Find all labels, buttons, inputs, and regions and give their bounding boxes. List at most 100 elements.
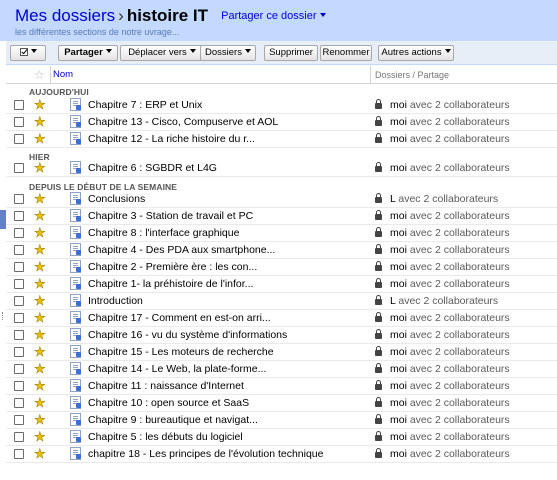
document-row[interactable]: ★ Chapitre 11 : naissance d'Internet moi a… [6,378,557,395]
row-checkbox[interactable] [14,211,24,221]
star-icon[interactable]: ★ [34,327,46,342]
document-name-link[interactable]: Chapitre 10 : open source et SaaS [88,397,249,409]
row-checkbox[interactable] [14,313,24,323]
document-name-link[interactable]: Conclusions [88,193,145,205]
document-name-link[interactable]: Chapitre 17 - Comment en est-on arri... [88,312,271,324]
star-icon[interactable]: ★ [34,208,46,223]
row-checkbox[interactable] [14,262,24,272]
row-checkbox[interactable] [14,245,24,255]
star-icon[interactable]: ★ [34,160,46,175]
document-row[interactable]: ★ Chapitre 17 - Comment en est-on arri...… [6,310,557,327]
row-checkbox[interactable] [14,330,24,340]
star-icon[interactable]: ★ [34,242,46,257]
document-row[interactable]: ★ Chapitre 7 : ERP et Unix moi avec 2 coll… [6,97,557,114]
row-checkbox[interactable] [14,117,24,127]
document-row[interactable]: ★ Chapitre 2 - Première ère : les con... m… [6,259,557,276]
delete-button[interactable]: Supprimer [264,45,318,61]
star-icon[interactable]: ★ [34,131,46,146]
document-row[interactable]: ★ Chapitre 6 : SGBDR et L4G moi avec 2 col… [6,160,557,177]
star-icon[interactable]: ★ [34,395,46,410]
document-name-link[interactable]: Chapitre 16 - vu du système d'informatio… [88,329,287,341]
document-name-link[interactable]: Introduction [88,295,143,307]
folders-button[interactable]: Dossiers [200,45,256,61]
document-row[interactable]: ★ Chapitre 3 - Station de travail et PC mo… [6,208,557,225]
checkbox-icon [19,48,28,56]
collaborators-label: avec 2 collaborateurs [398,295,499,307]
document-name-link[interactable]: Chapitre 14 - Le Web, la plate-forme... [88,363,266,375]
star-icon[interactable]: ★ [34,446,46,461]
document-row[interactable]: ★ Chapitre 12 - La riche histoire du r...… [6,131,557,148]
document-name-link[interactable]: Chapitre 8 : l'interface graphique [88,227,239,239]
star-icon[interactable]: ★ [34,310,46,325]
row-checkbox[interactable] [14,415,24,425]
name-column-header[interactable]: Nom [53,69,73,80]
star-icon[interactable]: ★ [34,114,46,129]
row-checkbox[interactable] [14,100,24,110]
document-row[interactable]: ★ Chapitre 9 : bureautique et navigat... m… [6,412,557,429]
document-row[interactable]: ★ Introduction L avec 2 collaborateurs [6,293,557,310]
star-icon[interactable]: ★ [34,378,46,393]
row-checkbox[interactable] [14,163,24,173]
document-name-link[interactable]: chapitre 18 - Les principes de l'évoluti… [88,448,324,460]
sharing-info: L avec 2 collaborateurs [375,193,498,205]
document-name-link[interactable]: Chapitre 7 : ERP et Unix [88,99,202,111]
row-checkbox[interactable] [14,228,24,238]
document-name-link[interactable]: Chapitre 3 - Station de travail et PC [88,210,253,222]
row-checkbox[interactable] [14,364,24,374]
row-checkbox[interactable] [14,347,24,357]
row-checkbox[interactable] [14,194,24,204]
share-folder-link[interactable]: Partager ce dossier [221,10,326,22]
star-column-icon[interactable]: ☆ [34,68,45,82]
document-name-link[interactable]: Chapitre 5 : les débuts du logiciel [88,431,243,443]
rename-button[interactable]: Renommer [320,45,372,61]
document-name-link[interactable]: Chapitre 6 : SGBDR et L4G [88,162,217,174]
row-checkbox[interactable] [14,279,24,289]
select-menu-button[interactable] [10,45,46,61]
document-row[interactable]: ★ Chapitre 14 - Le Web, la plate-forme...… [6,361,557,378]
star-icon[interactable]: ★ [34,97,46,112]
document-row[interactable]: ★ Chapitre 1- la préhistoire de l'infor..… [6,276,557,293]
document-name-link[interactable]: Chapitre 11 : naissance d'Internet [88,380,244,392]
owner-label: moi [390,133,407,145]
star-icon[interactable]: ★ [34,344,46,359]
more-actions-button[interactable]: Autres actions [378,45,454,61]
document-row[interactable]: ★ Chapitre 15 - Les moteurs de recherche m… [6,344,557,361]
star-icon[interactable]: ★ [34,276,46,291]
row-checkbox[interactable] [14,432,24,442]
star-icon[interactable]: ★ [34,429,46,444]
resize-handle[interactable] [2,312,4,320]
document-row[interactable]: ★ Chapitre 8 : l'interface graphique moi a… [6,225,557,242]
star-icon[interactable]: ★ [34,361,46,376]
document-row[interactable]: ★ Chapitre 16 - vu du système d'informati… [6,327,557,344]
breadcrumb-root-link[interactable]: Mes dossiers [15,6,115,25]
lock-icon [375,278,382,288]
star-icon[interactable]: ★ [34,225,46,240]
document-row[interactable]: ★ Chapitre 4 - Des PDA aux smartphone... m… [6,242,557,259]
folders-share-column-header[interactable]: Dossiers / Partage [375,70,449,80]
star-icon[interactable]: ★ [34,191,46,206]
document-name-link[interactable]: Chapitre 2 - Première ère : les con... [88,261,257,273]
document-row[interactable]: ★ Chapitre 5 : les débuts du logiciel moi … [6,429,557,446]
share-button[interactable]: Partager [58,45,118,61]
collaborators-label: avec 2 collaborateurs [409,363,510,375]
document-row[interactable]: ★ Conclusions L avec 2 collaborateurs [6,191,557,208]
star-icon[interactable]: ★ [34,412,46,427]
row-checkbox[interactable] [14,134,24,144]
document-name-link[interactable]: Chapitre 15 - Les moteurs de recherche [88,346,274,358]
document-name-link[interactable]: Chapitre 12 - La riche histoire du r... [88,133,255,145]
move-to-button[interactable]: Déplacer vers [120,45,204,61]
row-checkbox[interactable] [14,296,24,306]
star-icon[interactable]: ★ [34,293,46,308]
document-row[interactable]: ★ Chapitre 10 : open source et SaaS moi av… [6,395,557,412]
row-checkbox[interactable] [14,398,24,408]
row-checkbox[interactable] [14,381,24,391]
document-row[interactable]: ★ Chapitre 13 - Cisco, Compuserve et AOL m… [6,114,557,131]
row-checkbox[interactable] [14,449,24,459]
document-name-link[interactable]: Chapitre 13 - Cisco, Compuserve et AOL [88,116,278,128]
document-name-link[interactable]: Chapitre 4 - Des PDA aux smartphone... [88,244,275,256]
star-icon[interactable]: ★ [34,259,46,274]
document-row[interactable]: ★ chapitre 18 - Les principes de l'évolut… [6,446,557,463]
lock-icon [375,363,382,373]
document-name-link[interactable]: Chapitre 1- la préhistoire de l'infor... [88,278,253,290]
document-name-link[interactable]: Chapitre 9 : bureautique et navigat... [88,414,258,426]
